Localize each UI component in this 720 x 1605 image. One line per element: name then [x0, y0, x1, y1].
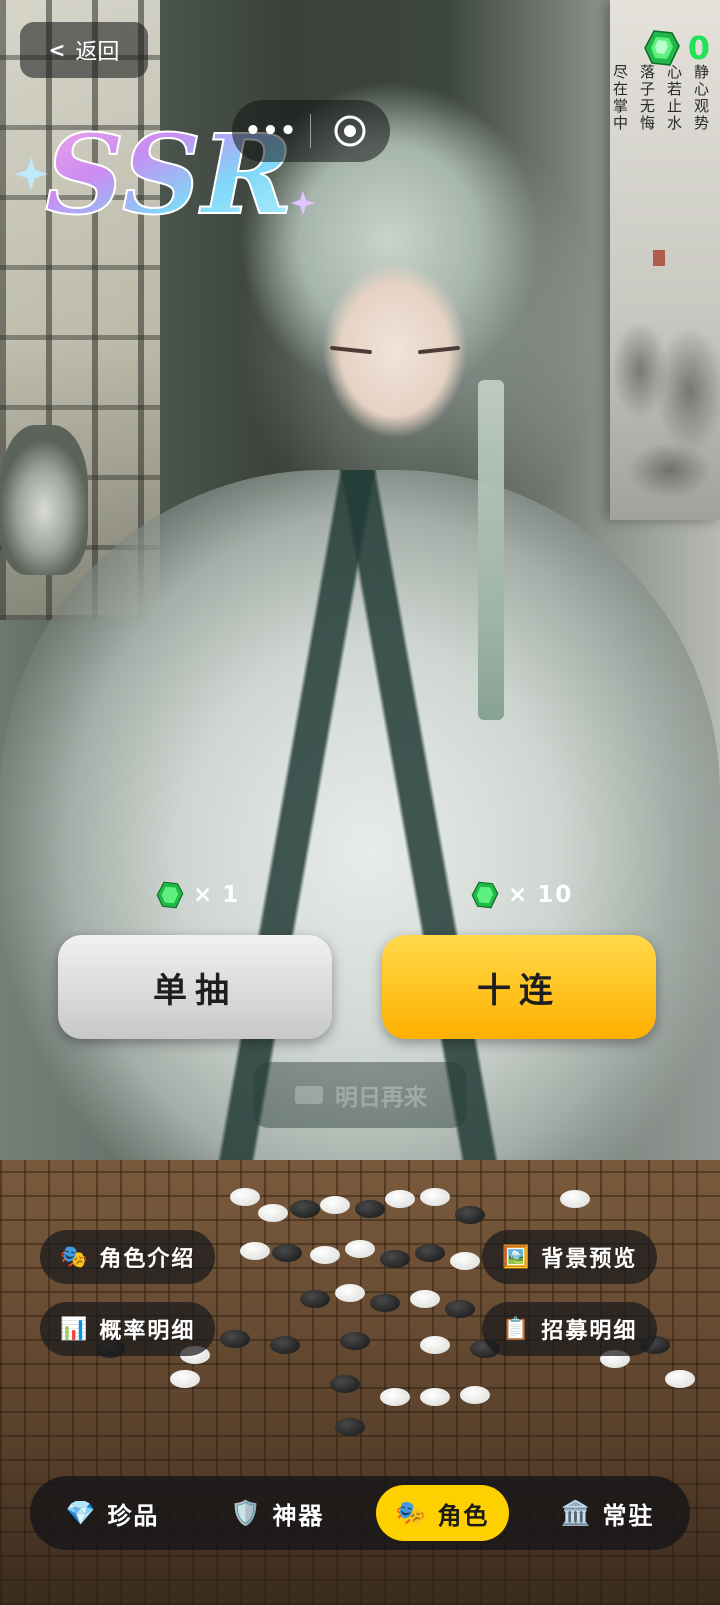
go-stone [420, 1188, 450, 1206]
poem-line: 静心观势 [692, 64, 710, 132]
background-preview-label: 背景预览 [541, 1247, 638, 1272]
poem-line: 心若止水 [665, 64, 683, 132]
mini-program-capsule: ••• [232, 100, 390, 162]
go-stone [380, 1250, 410, 1268]
closed-eye [417, 345, 461, 355]
jade-tassel [478, 380, 504, 720]
back-label: 返回 [75, 40, 120, 65]
go-stone [450, 1252, 480, 1270]
close-program-button[interactable] [311, 114, 389, 148]
go-stone [272, 1244, 302, 1262]
bar-chart-icon: 📊 [60, 1316, 90, 1342]
go-stone [385, 1190, 415, 1208]
mask-icon: 🎭 [395, 1499, 428, 1527]
temple-icon: 🏛️ [560, 1499, 593, 1527]
go-stone [415, 1244, 445, 1262]
go-stone [355, 1200, 385, 1218]
recruit-detail-button[interactable]: 📋 招募明细 [482, 1302, 658, 1356]
probability-detail-button[interactable]: 📊 概率明细 [40, 1302, 216, 1356]
closed-eye [329, 345, 373, 355]
go-stone [258, 1204, 288, 1222]
go-stone [300, 1290, 330, 1308]
tab-permanent[interactable]: 🏛️ 常驻 [541, 1485, 675, 1541]
go-stone [420, 1336, 450, 1354]
go-stone [665, 1370, 695, 1388]
tab-characters[interactable]: 🎭 角色 [375, 1485, 510, 1541]
scroll-landscape [610, 250, 720, 500]
porcelain-vase [0, 425, 88, 575]
go-stone [170, 1370, 200, 1388]
go-stone [410, 1290, 440, 1308]
go-stone [270, 1336, 300, 1354]
go-stone [230, 1188, 260, 1206]
come-back-tomorrow-label: 明日再来 [335, 1085, 427, 1111]
go-stone [345, 1240, 375, 1258]
tab-artifacts[interactable]: 🛡️ 神器 [211, 1485, 345, 1541]
cost-value: 1 [222, 882, 241, 908]
recruit-detail-label: 招募明细 [541, 1319, 638, 1344]
go-stone [290, 1200, 320, 1218]
go-stone [455, 1206, 485, 1224]
background-preview-button[interactable]: 🖼️ 背景预览 [482, 1230, 658, 1284]
go-stone [420, 1388, 450, 1406]
more-options-button[interactable]: ••• [232, 116, 310, 146]
scroll-seal [653, 250, 665, 266]
single-draw-button[interactable]: 单抽 [58, 935, 332, 1039]
clipboard-icon: 📋 [502, 1316, 532, 1342]
sparkle-icon [291, 191, 315, 215]
emerald-gem-icon [156, 881, 184, 909]
ten-draw-cost: × 10 [470, 880, 573, 910]
go-stone [310, 1246, 340, 1264]
poem-line: 落子无悔 [638, 64, 656, 132]
cost-multiplier: × [193, 882, 215, 908]
emerald-gem-icon [471, 881, 499, 909]
gem-count: 0 [687, 29, 710, 67]
come-back-tomorrow-button[interactable]: 明日再来 [254, 1062, 466, 1128]
tv-icon [295, 1086, 323, 1104]
single-draw-cost: × 1 [155, 880, 240, 910]
bottom-tab-bar: 💎 珍品 🛡️ 神器 🎭 角色 🏛️ 常驻 [30, 1476, 690, 1550]
chevron-left-icon: < [48, 38, 66, 62]
go-stone [560, 1190, 590, 1208]
character-intro-label: 角色介绍 [99, 1247, 196, 1272]
probability-detail-label: 概率明细 [99, 1319, 196, 1344]
tab-label: 常驻 [602, 1501, 655, 1530]
mask-icon: 🎭 [60, 1244, 90, 1270]
cost-multiplier: × [508, 882, 530, 908]
go-stone [220, 1330, 250, 1348]
scroll-poem: 静心观势 心若止水 落子无悔 尽在掌中 [611, 64, 712, 264]
tab-treasures[interactable]: 💎 珍品 [46, 1485, 180, 1541]
gem-icon: 💎 [65, 1499, 98, 1527]
go-stone [330, 1375, 360, 1393]
cost-value: 10 [537, 882, 574, 908]
go-stone [335, 1284, 365, 1302]
shield-icon: 🛡️ [230, 1499, 263, 1527]
go-stone [380, 1388, 410, 1406]
go-stone [340, 1332, 370, 1350]
go-stone [460, 1386, 490, 1404]
back-button[interactable]: < 返回 [20, 22, 148, 78]
go-stone [240, 1242, 270, 1260]
tab-label: 角色 [437, 1501, 490, 1530]
emerald-gem-icon [643, 30, 680, 66]
go-stone [370, 1294, 400, 1312]
poem-line: 尽在掌中 [611, 64, 629, 132]
tab-label: 神器 [272, 1501, 325, 1530]
character-intro-button[interactable]: 🎭 角色介绍 [40, 1230, 216, 1284]
go-stone [320, 1196, 350, 1214]
go-stone [335, 1418, 365, 1436]
target-icon [334, 115, 366, 147]
ten-draw-button[interactable]: 十连 [382, 935, 656, 1039]
picture-icon: 🖼️ [502, 1244, 532, 1270]
character-face [300, 250, 490, 470]
go-stone [445, 1300, 475, 1318]
tab-label: 珍品 [107, 1501, 160, 1530]
gem-balance: 0 [642, 28, 710, 68]
sparkle-icon [15, 157, 48, 191]
